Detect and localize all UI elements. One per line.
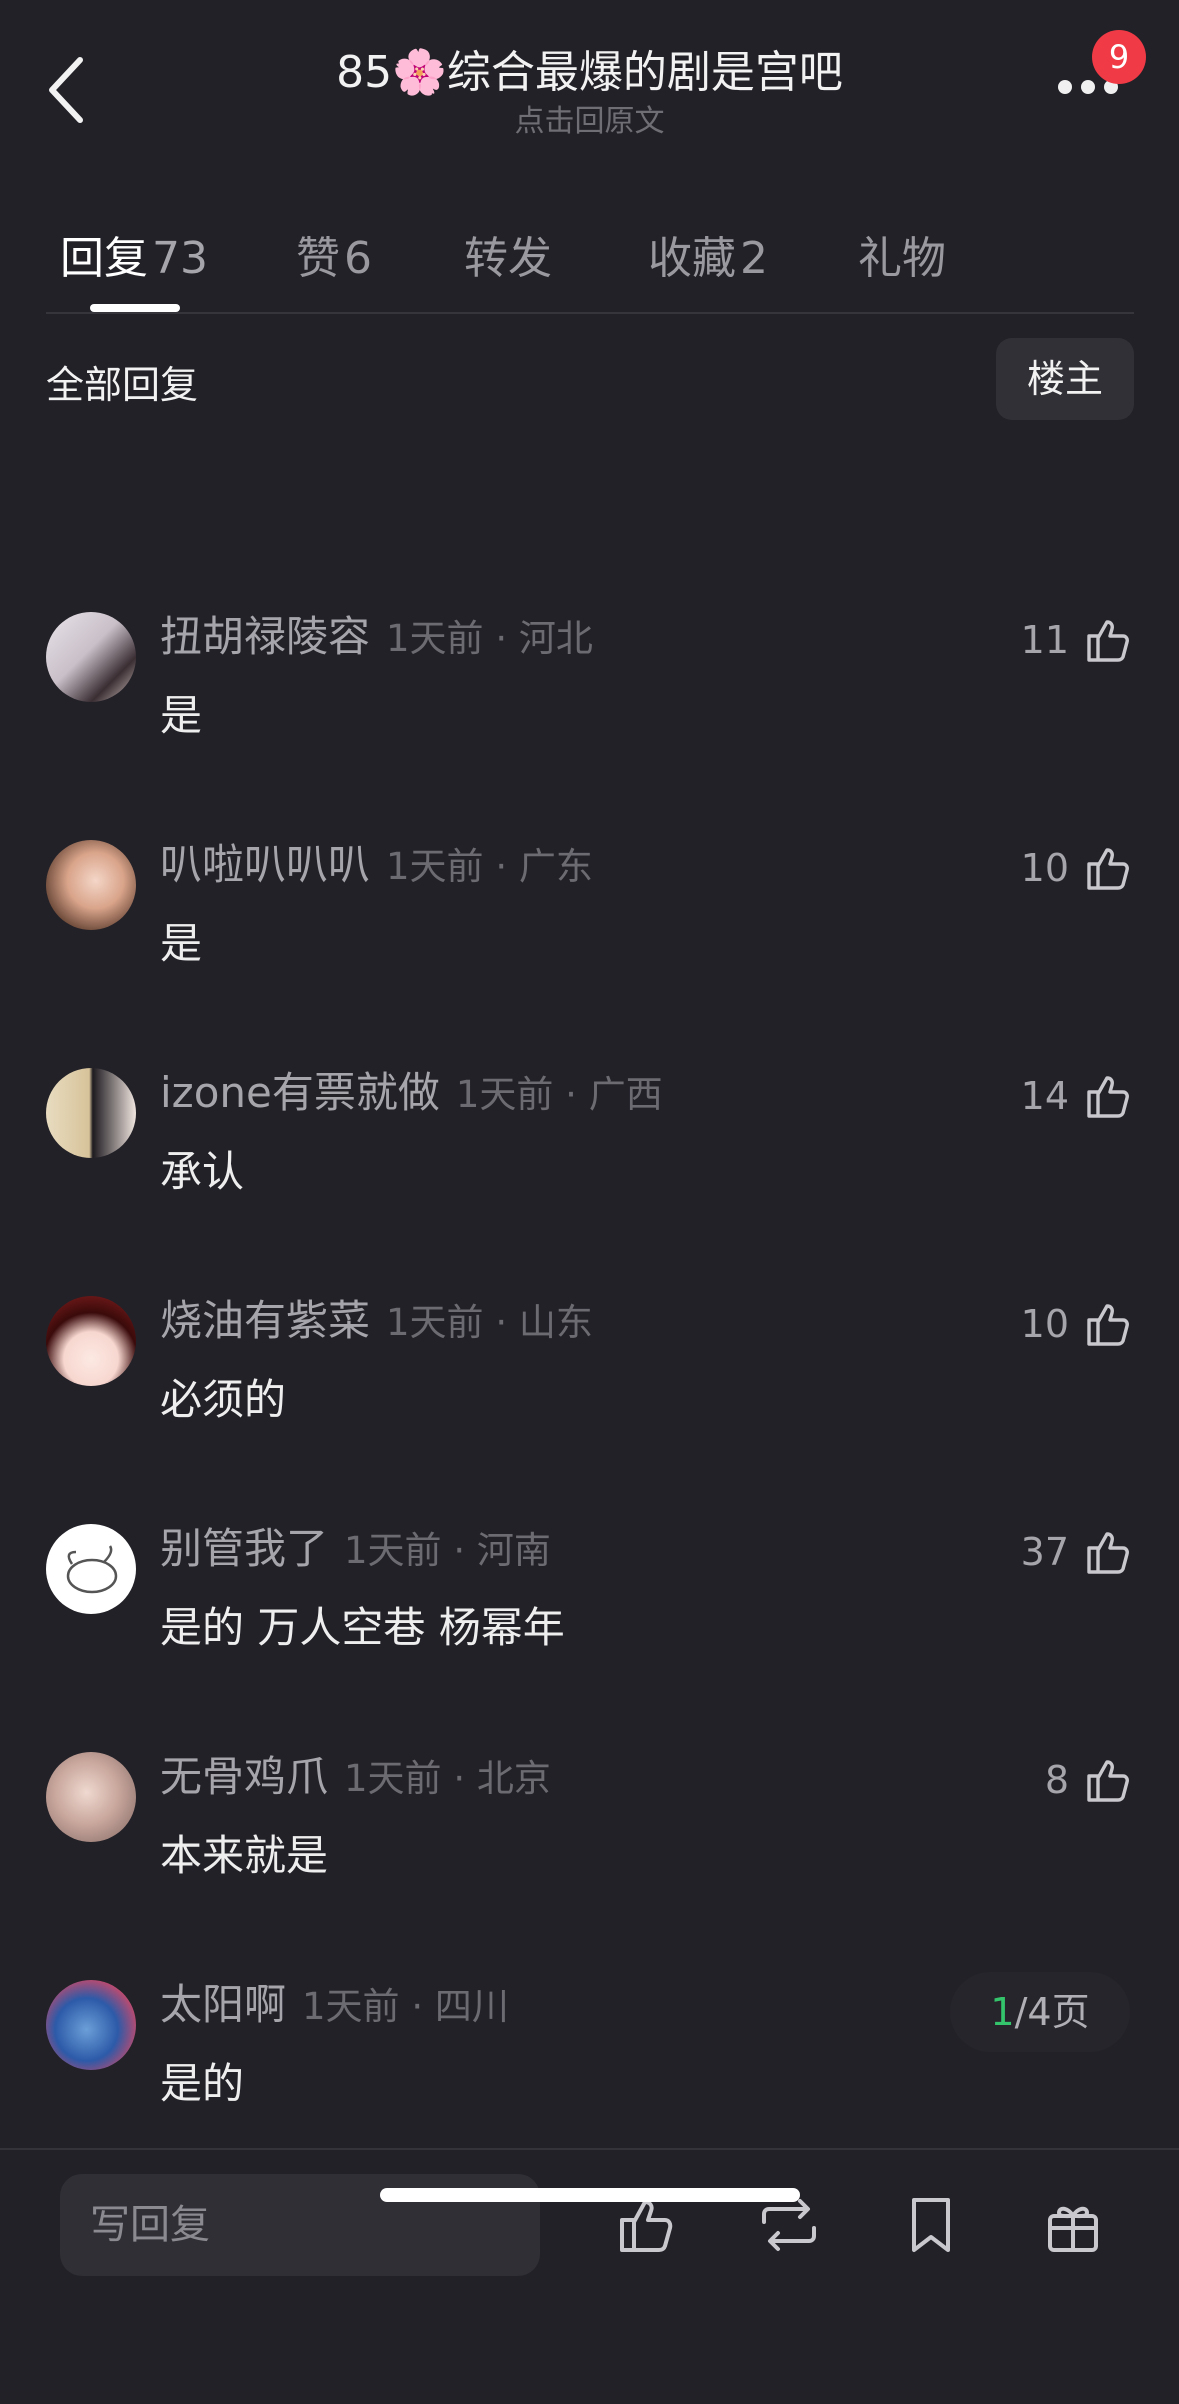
- comment-meta: 1天前 · 四川: [302, 1985, 509, 2028]
- like-count: 10: [1020, 846, 1069, 890]
- comment-item[interactable]: 无骨鸡爪 1天前 · 北京 本来就是 8: [0, 1752, 1179, 1952]
- like-count: 8: [1044, 1758, 1069, 1802]
- like-button[interactable]: 37: [1021, 1524, 1135, 1580]
- username[interactable]: 烧油有紫菜: [160, 1296, 370, 1345]
- notification-badge: 9: [1092, 30, 1146, 84]
- username[interactable]: izone有票就做: [160, 1068, 440, 1117]
- comment-text: 是的 万人空巷 杨幂年: [160, 1603, 565, 1652]
- thumb-up-icon: [1087, 620, 1129, 662]
- comment-text: 必须的: [160, 1375, 287, 1424]
- comment-text: 是: [160, 691, 203, 740]
- comment-text: 承认: [160, 1147, 245, 1196]
- page-indicator[interactable]: 1/4页: [950, 1972, 1130, 2052]
- comment-text: 是: [160, 420, 202, 427]
- home-indicator: [380, 2188, 800, 2202]
- avatar[interactable]: [46, 612, 136, 702]
- bottom-action-bar: 写回复: [0, 2148, 1179, 2404]
- tab-reposts[interactable]: 转发: [464, 222, 552, 286]
- avatar[interactable]: [46, 1980, 136, 2070]
- avatar[interactable]: [46, 1752, 136, 1842]
- avatar[interactable]: [46, 1296, 136, 1386]
- comment-text: 本来就是: [160, 1831, 329, 1880]
- tab-likes[interactable]: 赞6: [296, 222, 372, 286]
- like-button[interactable]: 11: [1021, 612, 1135, 668]
- owner-only-filter-button[interactable]: 楼主: [996, 338, 1134, 420]
- comment-meta: 1天前 · 河北: [386, 617, 593, 660]
- comment-item[interactable]: 烧油有紫菜 1天前 · 山东 必须的 10: [0, 1296, 1179, 1496]
- username[interactable]: 扭胡禄陵容: [160, 612, 370, 661]
- comment-text: 是: [160, 919, 203, 968]
- post-title[interactable]: 85🌸综合最爆的剧是宫吧: [0, 36, 1179, 100]
- comment-text: 是的: [160, 2059, 245, 2108]
- thumb-up-icon: [1087, 1304, 1129, 1346]
- bookmark-icon[interactable]: [898, 2192, 964, 2258]
- avatar[interactable]: [46, 1524, 136, 1614]
- tab-gifts[interactable]: 礼物: [858, 222, 946, 286]
- thumb-up-icon: [1087, 1076, 1129, 1118]
- comment-list: 是 扭胡禄陵容1天前 · 河北 是 11 叭啦叭叭叭1天前 · 广东 是 10 …: [0, 420, 1179, 2148]
- cartoon-avatar-icon: [66, 1545, 118, 1594]
- total-pages: /4页: [1014, 1990, 1090, 2034]
- comment-item[interactable]: 是: [0, 420, 1179, 496]
- tab-replies[interactable]: 回复73: [60, 222, 208, 286]
- top-navigation-bar: 85🌸综合最爆的剧是宫吧 点击回原文 9: [0, 0, 1179, 160]
- more-dots-icon: [1058, 80, 1072, 94]
- thumb-up-icon: [1087, 848, 1129, 890]
- gift-icon[interactable]: [1040, 2192, 1106, 2258]
- like-button[interactable]: 10: [1021, 1296, 1135, 1352]
- username[interactable]: 无骨鸡爪: [160, 1752, 328, 1801]
- like-count: 11: [1020, 618, 1069, 662]
- tab-favorites[interactable]: 收藏2: [648, 222, 768, 286]
- comment-meta: 1天前 · 山东: [386, 1301, 593, 1344]
- comment-meta: 1天前 · 河南: [344, 1529, 551, 1572]
- comment-item[interactable]: 别管我了 1天前 · 河南 是的 万人空巷 杨幂年 37: [0, 1524, 1179, 1724]
- comment-meta: 1天前 · 广东: [386, 845, 593, 888]
- like-button[interactable]: 8: [1045, 1752, 1135, 1808]
- comment-meta: 1天前 · 广西: [455, 1073, 663, 1116]
- tab-bar: 回复73 赞6 转发 收藏2 礼物: [0, 210, 1179, 312]
- comment-item[interactable]: 扭胡禄陵容 1天前 · 河北 是 11: [0, 612, 1179, 812]
- username[interactable]: 别管我了: [160, 1524, 328, 1573]
- avatar[interactable]: [46, 840, 136, 930]
- username[interactable]: 叭啦叭叭叭: [160, 840, 370, 889]
- comment-item[interactable]: 叭啦叭叭叭 1天前 · 广东 是 10: [0, 840, 1179, 1040]
- like-count: 14: [1020, 1074, 1069, 1118]
- comment-item[interactable]: izone有票就做 1天前 · 广西 承认 14: [0, 1068, 1179, 1268]
- like-button[interactable]: 14: [1021, 1068, 1135, 1124]
- back-to-original-link[interactable]: 点击回原文: [0, 96, 1179, 140]
- username[interactable]: 太阳啊: [160, 1980, 286, 2029]
- thumb-up-icon: [1087, 1532, 1129, 1574]
- comment-meta: 1天前 · 北京: [344, 1757, 551, 1800]
- avatar[interactable]: [46, 1068, 136, 1158]
- like-count: 10: [1020, 1302, 1069, 1346]
- active-tab-indicator: [90, 304, 180, 312]
- like-count: 37: [1020, 1530, 1069, 1574]
- current-page: 1: [990, 1990, 1015, 2034]
- all-replies-heading: 全部回复: [46, 363, 199, 407]
- like-button[interactable]: 10: [1021, 840, 1135, 896]
- divider: [46, 312, 1134, 314]
- thumb-up-icon: [1087, 1760, 1129, 1802]
